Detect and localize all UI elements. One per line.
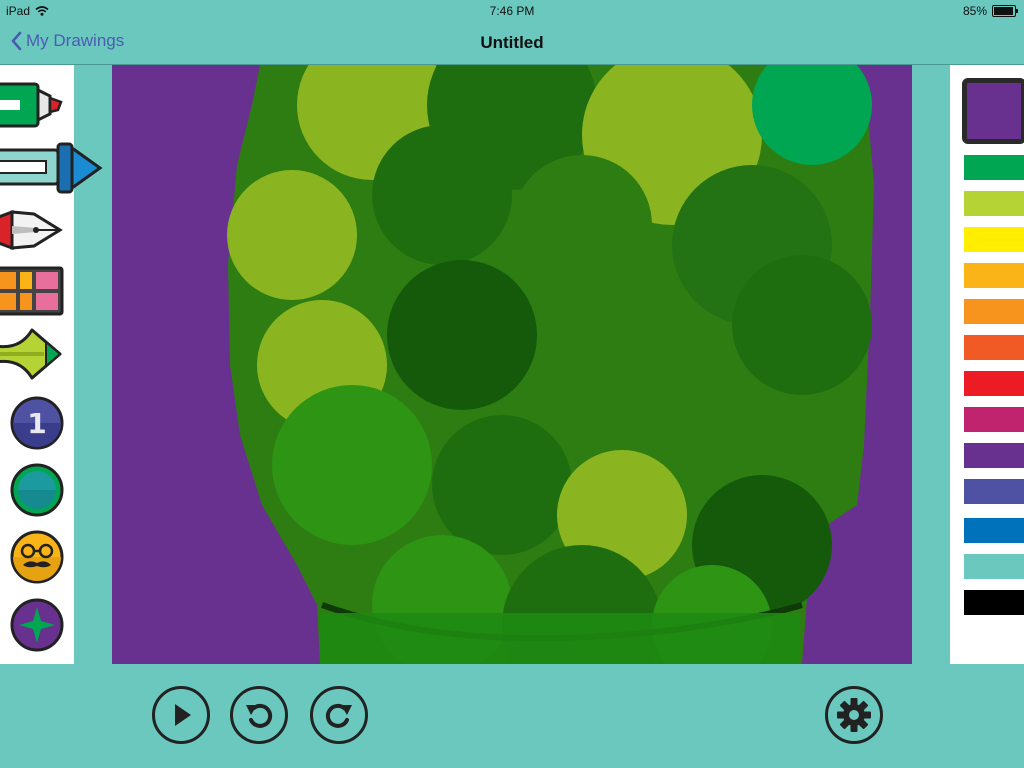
color-swatch[interactable]	[964, 407, 1024, 432]
undo-icon	[246, 703, 273, 728]
brush-size-label: 1	[27, 407, 46, 440]
back-button-label: My Drawings	[26, 31, 125, 50]
status-bar: iPad 7:46 PM 85%	[0, 0, 1024, 22]
color-swatch[interactable]	[964, 554, 1024, 579]
settings-button[interactable]	[825, 686, 883, 744]
star-stamp-icon[interactable]	[9, 597, 65, 658]
chevron-left-icon	[11, 31, 22, 51]
status-time: 7:46 PM	[489, 4, 535, 18]
paint-brush-icon[interactable]	[0, 326, 66, 387]
back-button[interactable]: My Drawings	[10, 31, 124, 51]
drawing-artwork	[227, 65, 874, 664]
color-swatch[interactable]	[964, 155, 1024, 180]
play-button[interactable]	[152, 686, 210, 744]
color-swatch[interactable]	[964, 371, 1024, 396]
color-swatch[interactable]	[964, 443, 1024, 468]
undo-button[interactable]	[230, 686, 288, 744]
gear-icon	[837, 698, 871, 732]
color-swatch[interactable]	[964, 335, 1024, 360]
paint-box-icon[interactable]	[0, 266, 66, 321]
redo-icon	[325, 703, 352, 728]
color-swatch[interactable]	[964, 590, 1024, 615]
color-swatch[interactable]	[964, 191, 1024, 216]
play-icon	[175, 704, 191, 726]
selected-color-swatch[interactable]	[962, 78, 1024, 144]
redo-button[interactable]	[310, 686, 368, 744]
color-swatch[interactable]	[964, 263, 1024, 288]
glasses-mustache-face-icon[interactable]	[9, 529, 65, 590]
brush-size-1-icon[interactable]: 1	[9, 395, 65, 456]
fountain-pen-icon[interactable]	[0, 206, 66, 259]
battery-icon	[992, 5, 1018, 17]
navigation-bar: My Drawings Untitled	[0, 22, 1024, 64]
color-swatch[interactable]	[964, 518, 1024, 543]
drawing-canvas[interactable]	[112, 65, 912, 664]
battery-percent: 85%	[962, 4, 987, 18]
marker-icon[interactable]	[0, 78, 66, 137]
color-swatch[interactable]	[964, 299, 1024, 324]
page-title: Untitled	[480, 33, 544, 52]
teal-circle-tool-icon[interactable]	[9, 462, 65, 523]
color-swatch[interactable]	[964, 479, 1024, 504]
crayon-icon[interactable]	[0, 140, 104, 201]
color-swatch[interactable]	[964, 227, 1024, 252]
